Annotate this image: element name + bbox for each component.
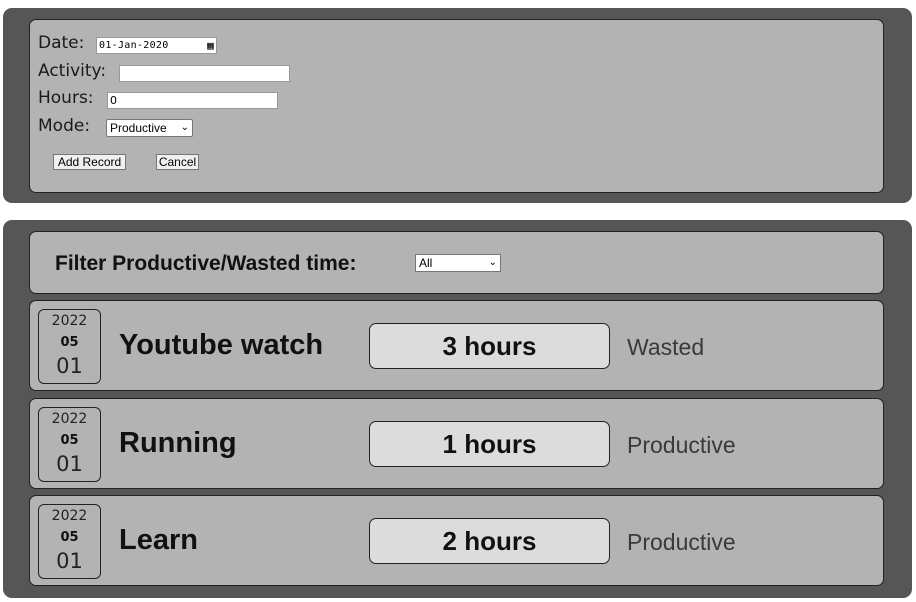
mode-row: Mode: <box>38 115 90 137</box>
filter-selected-value: All <box>419 256 433 270</box>
date-label: Date: <box>38 33 85 53</box>
record-title: Running <box>119 427 237 459</box>
record-year: 2022 <box>51 411 88 427</box>
date-row: Date: <box>38 32 84 54</box>
hours-value: 0 <box>110 94 117 107</box>
record-mode: Wasted <box>627 334 705 360</box>
activity-label: Activity: <box>38 61 107 81</box>
date-input[interactable]: 01-Jan-2020 ▦ <box>96 37 217 54</box>
record-date: 2022 05 01 <box>38 309 101 384</box>
record-mode: Productive <box>627 432 736 458</box>
record-date: 2022 05 01 <box>38 407 101 482</box>
record-item: 2022 05 01 Running 1 hours Productive <box>29 398 884 489</box>
calendar-icon[interactable]: ▦ <box>207 38 214 53</box>
activity-row: Activity: <box>38 60 106 82</box>
hours-label: Hours: <box>38 88 94 108</box>
record-year: 2022 <box>51 313 88 329</box>
record-date: 2022 05 01 <box>38 504 101 579</box>
cancel-button[interactable]: Cancel <box>156 154 199 170</box>
add-record-button[interactable]: Add Record <box>53 154 126 170</box>
record-hours: 1 hours <box>369 421 610 467</box>
record-hours: 2 hours <box>369 518 610 564</box>
filter-bar: Filter Productive/Wasted time: All ⌄ <box>29 231 884 294</box>
hours-row: Hours: <box>38 87 94 109</box>
record-month: 05 <box>60 335 79 350</box>
hours-input[interactable]: 0 <box>107 92 278 109</box>
record-title: Learn <box>119 524 198 556</box>
add-record-panel: Date: 01-Jan-2020 ▦ Activity: Hours: 0 M… <box>3 8 912 203</box>
date-value: 01-Jan-2020 <box>99 40 169 51</box>
record-item: 2022 05 01 Learn 2 hours Productive <box>29 495 884 586</box>
add-record-form: Date: 01-Jan-2020 ▦ Activity: Hours: 0 M… <box>29 19 884 193</box>
records-panel: Filter Productive/Wasted time: All ⌄ 202… <box>3 220 912 598</box>
chevron-down-icon: ⌄ <box>180 122 189 133</box>
record-day: 01 <box>56 354 83 378</box>
record-hours: 3 hours <box>369 323 610 369</box>
chevron-down-icon: ⌄ <box>488 257 497 268</box>
record-year: 2022 <box>51 508 88 524</box>
record-month: 05 <box>60 530 79 545</box>
filter-select[interactable]: All ⌄ <box>415 254 501 272</box>
filter-label: Filter Productive/Wasted time: <box>55 252 357 275</box>
record-item: 2022 05 01 Youtube watch 3 hours Wasted <box>29 300 884 391</box>
record-mode: Productive <box>627 529 736 555</box>
mode-selected-value: Productive <box>110 121 167 135</box>
mode-label: Mode: <box>38 116 91 136</box>
activity-input[interactable] <box>119 65 290 82</box>
record-title: Youtube watch <box>119 329 324 361</box>
record-day: 01 <box>56 452 83 476</box>
record-month: 05 <box>60 433 79 448</box>
mode-select[interactable]: Productive ⌄ <box>106 119 193 137</box>
record-day: 01 <box>56 549 83 573</box>
